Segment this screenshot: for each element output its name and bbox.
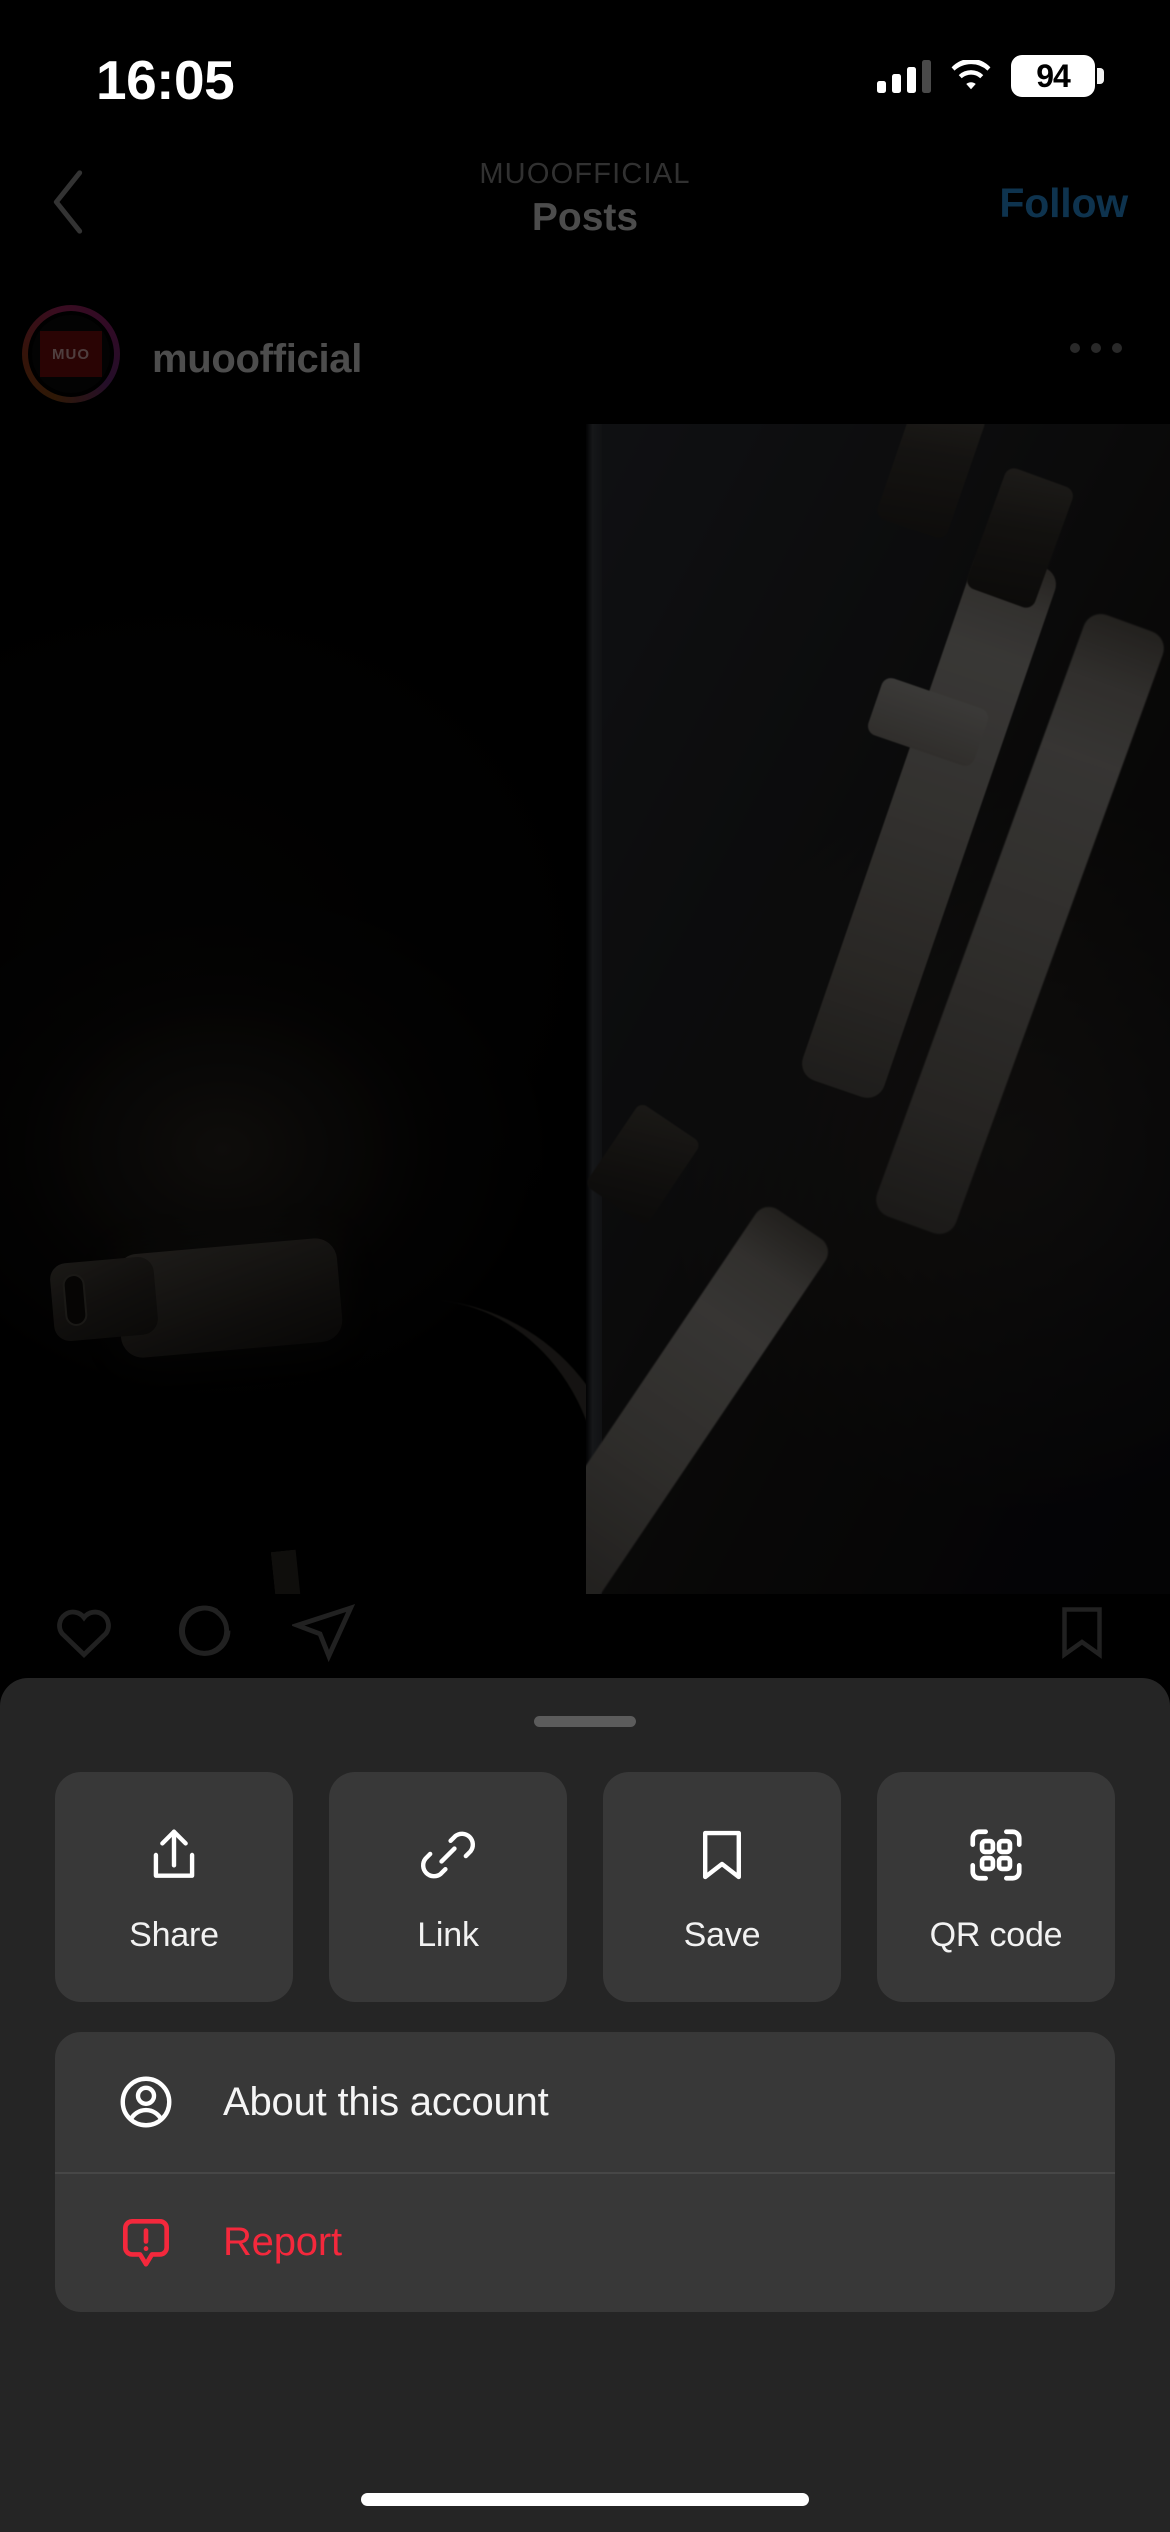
- person-circle-icon: [111, 2067, 181, 2137]
- bookmark-icon: [687, 1820, 757, 1890]
- share-upload-icon: [139, 1820, 209, 1890]
- share-action-sheet: Share Link Save QR code About this accou…: [0, 1678, 1170, 2532]
- chain-link-icon: [413, 1820, 483, 1890]
- usb-c-connector-slot: [61, 1273, 89, 1327]
- avatar-image: MUO: [32, 315, 110, 393]
- home-indicator[interactable]: [361, 2493, 809, 2506]
- heart-icon[interactable]: [52, 1600, 116, 1669]
- avatar-logo-badge: MUO: [40, 331, 102, 377]
- report-row[interactable]: Report: [55, 2172, 1115, 2312]
- follow-button[interactable]: Follow: [999, 180, 1128, 227]
- link-tile-label: Link: [417, 1915, 479, 1954]
- bookmark-icon[interactable]: [1052, 1607, 1112, 1666]
- post-action-left-group: [52, 1600, 356, 1669]
- avatar-inner-border: MUO: [28, 311, 114, 397]
- instagram-post-screen: 16:05 94 MUOOFFICIAL Posts Follow MUO mu…: [0, 0, 1170, 2532]
- navigation-title-block: MUOOFFICIAL Posts: [0, 158, 1170, 240]
- wifi-icon: [950, 58, 992, 92]
- sheet-drag-handle[interactable]: [534, 1716, 636, 1727]
- status-bar-indicators: 94: [877, 55, 1104, 97]
- status-bar: 16:05 94: [0, 0, 1170, 130]
- qr-code-tile-label: QR code: [929, 1915, 1063, 1954]
- share-tile-label: Share: [129, 1915, 219, 1954]
- about-this-account-row[interactable]: About this account: [55, 2032, 1115, 2172]
- status-bar-time: 16:05: [96, 49, 235, 111]
- more-options-icon[interactable]: [1070, 343, 1122, 353]
- avatar[interactable]: MUO: [22, 305, 120, 403]
- about-this-account-label: About this account: [223, 2079, 549, 2124]
- sheet-tile-row: Share Link Save QR code: [55, 1772, 1115, 2002]
- media-slide-usb-c[interactable]: [0, 424, 586, 1594]
- post-author-username[interactable]: muoofficial: [152, 337, 362, 382]
- share-tile[interactable]: Share: [55, 1772, 293, 2002]
- comment-bubble-icon[interactable]: [172, 1600, 236, 1669]
- media-slide-lightning[interactable]: [586, 424, 1170, 1594]
- qr-code-icon: [961, 1820, 1031, 1890]
- report-bubble-icon: [111, 2207, 181, 2277]
- cellular-signal-icon: [877, 59, 931, 93]
- qr-code-tile[interactable]: QR code: [877, 1772, 1115, 2002]
- post-header: MUO muoofficial: [0, 295, 1170, 415]
- send-paperplane-icon[interactable]: [290, 1600, 356, 1669]
- sheet-menu-list: About this account Report: [55, 2032, 1115, 2312]
- page-title: Posts: [531, 196, 639, 240]
- link-tile[interactable]: Link: [329, 1772, 567, 2002]
- post-media-carousel[interactable]: [0, 424, 1170, 1594]
- navigation-bar: MUOOFFICIAL Posts Follow: [0, 150, 1170, 265]
- nav-kicker: MUOOFFICIAL: [479, 158, 691, 190]
- battery-icon: 94: [1011, 55, 1104, 97]
- battery-percent: 94: [1036, 58, 1071, 94]
- post-action-right-group: [1052, 1602, 1112, 1667]
- report-label: Report: [223, 2219, 342, 2264]
- save-tile[interactable]: Save: [603, 1772, 841, 2002]
- save-tile-label: Save: [683, 1915, 761, 1954]
